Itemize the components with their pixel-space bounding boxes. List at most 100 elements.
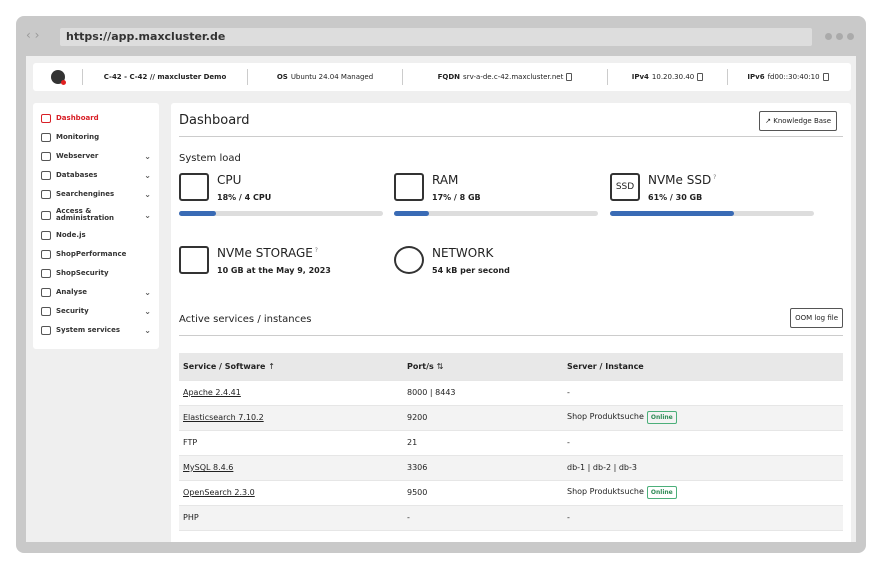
usage-progress-bar [610, 211, 814, 216]
chevron-down-icon[interactable]: ⌄ [144, 190, 151, 199]
fqdn-info: FQDN srv-a-de.c-42.maxcluster.net [403, 69, 608, 85]
status-badge: Online [646, 486, 677, 499]
sidebar-item-label: Databases [56, 171, 98, 179]
service-cell[interactable]: MySQL 8.4.6 [179, 454, 403, 480]
service-link[interactable]: OpenSearch 2.3.0 [183, 488, 255, 497]
col-label: Server / Instance [567, 361, 644, 371]
server-name: - [567, 438, 570, 447]
copy-icon[interactable] [822, 73, 829, 81]
cluster-name: C-42 - C-42 // maxcluster Demo [83, 69, 248, 85]
chevron-down-icon[interactable]: ⌄ [144, 288, 151, 297]
help-icon[interactable]: ? [711, 174, 716, 181]
browser-nav[interactable]: ‹ › [26, 28, 39, 42]
os-info: OS Ubuntu 24.04 Managed [248, 69, 403, 85]
databases-icon [41, 171, 51, 180]
usage-progress-fill [394, 211, 429, 216]
card-title-text: RAM [432, 173, 459, 187]
search-icon [41, 190, 51, 199]
service-link[interactable]: MySQL 8.4.6 [183, 463, 233, 472]
help-icon[interactable]: ? [313, 247, 318, 254]
chevron-down-icon[interactable]: ⌄ [144, 211, 151, 220]
service-link[interactable]: Apache 2.4.41 [183, 388, 241, 397]
card-title-text: CPU [217, 173, 242, 187]
sidebar-item-access-administration[interactable]: Access & administration ⌄ [33, 204, 159, 226]
sidebar-item-label: Monitoring [56, 133, 100, 141]
window-dots [825, 33, 854, 40]
url-bar[interactable]: https://app.maxcluster.de [60, 28, 812, 46]
sort-asc-icon[interactable]: ↑ [268, 362, 275, 371]
network-card: NETWORK 54 kB per second [394, 246, 598, 291]
server-cell [563, 529, 843, 542]
os-value: Ubuntu 24.04 Managed [290, 73, 374, 81]
usage-progress-fill [179, 211, 216, 216]
chevron-down-icon[interactable]: ⌄ [144, 307, 151, 316]
table-row: MySQL 8.4.6 3306 db-1 | db-2 | db-3 [179, 454, 843, 480]
ipv4-label: IPv4 [631, 73, 649, 81]
chevron-down-icon[interactable]: ⌄ [144, 326, 151, 335]
ports-cell: 21 [403, 429, 563, 455]
avatar[interactable] [50, 70, 66, 85]
ports-cell: - [403, 504, 563, 530]
service-cell[interactable]: OpenSearch 2.3.0 [179, 479, 403, 505]
monitoring-icon [41, 133, 51, 142]
sidebar-item-label: Access & administration [56, 207, 115, 222]
card-value: 10 GB at the May 9, 2023 [217, 266, 331, 275]
forward-button[interactable]: › [35, 28, 40, 42]
oom-log-button[interactable]: OOM log file [790, 308, 843, 328]
sidebar-item-node-js[interactable]: Node.js [33, 226, 159, 245]
service-cell[interactable]: Apache 2.4.41 [179, 379, 403, 405]
sidebar-item-security[interactable]: Security ⌄ [33, 302, 159, 321]
copy-icon[interactable] [697, 73, 704, 81]
sidebar-item-label: Security [56, 307, 89, 315]
avatar-cell[interactable] [33, 69, 83, 85]
col-service[interactable]: Service / Software ↑ [179, 353, 403, 380]
gauge-icon [41, 250, 51, 259]
card-value: 61% / 30 GB [648, 193, 703, 202]
webserver-icon [41, 152, 51, 161]
table-row: OpenSearch 2.3.0 9500 Shop Produktsuche O… [179, 479, 843, 505]
cluster-label: C-42 - C-42 // maxcluster Demo [103, 73, 227, 81]
sidebar-item-dashboard[interactable]: Dashboard [33, 109, 159, 128]
sidebar-item-shopperformance[interactable]: ShopPerformance [33, 245, 159, 264]
sidebar-item-label: System services [56, 326, 120, 334]
chevron-down-icon[interactable]: ⌄ [144, 152, 151, 161]
card-title: CPU [217, 173, 241, 187]
sidebar-item-monitoring[interactable]: Monitoring [33, 128, 159, 147]
service-link[interactable]: Elasticsearch 7.10.2 [183, 413, 264, 422]
network-icon [394, 246, 424, 274]
sidebar-item-webserver[interactable]: Webserver ⌄ [33, 147, 159, 166]
sidebar-item-searchengines[interactable]: Searchengines ⌄ [33, 185, 159, 204]
cluster-info-bar: C-42 - C-42 // maxcluster Demo OS Ubuntu … [33, 63, 851, 91]
service-cell: PHP [179, 504, 403, 530]
status-badge: Online [646, 411, 677, 424]
storage-card: NVMe STORAGE ? 10 GB at the May 9, 2023 [179, 246, 383, 291]
copy-icon[interactable] [566, 73, 573, 81]
server-cell: Shop Produktsuche Online [563, 479, 843, 505]
ports-cell: 9500 [403, 479, 563, 505]
card-title-text: NETWORK [432, 246, 494, 260]
page-title: Dashboard [179, 113, 250, 128]
sidebar-item-system-services[interactable]: System services ⌄ [33, 321, 159, 340]
sort-icon[interactable]: ⇅ [437, 362, 444, 371]
back-button[interactable]: ‹ [26, 28, 31, 42]
sidebar-item-label: Searchengines [56, 190, 115, 198]
service-cell[interactable]: Elasticsearch 7.10.2 [179, 404, 403, 430]
server-name: Shop Produktsuche [567, 487, 644, 496]
sidebar-item-label: ShopPerformance [56, 250, 127, 258]
card-value: 17% / 8 GB [432, 193, 481, 202]
ssd-icon: SSD [610, 173, 640, 201]
service-cell [179, 529, 403, 542]
col-ports[interactable]: Port/s ⇅ [403, 353, 563, 380]
knowledge-base-button[interactable]: ↗ Knowledge Base [759, 111, 837, 131]
usage-progress-bar [179, 211, 383, 216]
cpu-icon [179, 173, 209, 201]
sidebar-item-databases[interactable]: Databases ⌄ [33, 166, 159, 185]
browser-window: ‹ › https://app.maxcluster.de C-42 - C-4… [16, 16, 866, 553]
server-name: - [567, 388, 570, 397]
col-label: Service / Software [183, 361, 266, 371]
sidebar-item-analyse[interactable]: Analyse ⌄ [33, 283, 159, 302]
main-panel: Dashboard ↗ Knowledge Base System load C… [171, 103, 851, 542]
sidebar-item-shopsecurity[interactable]: ShopSecurity [33, 264, 159, 283]
chevron-down-icon[interactable]: ⌄ [144, 171, 151, 180]
sidebar-item-label: ShopSecurity [56, 269, 109, 277]
